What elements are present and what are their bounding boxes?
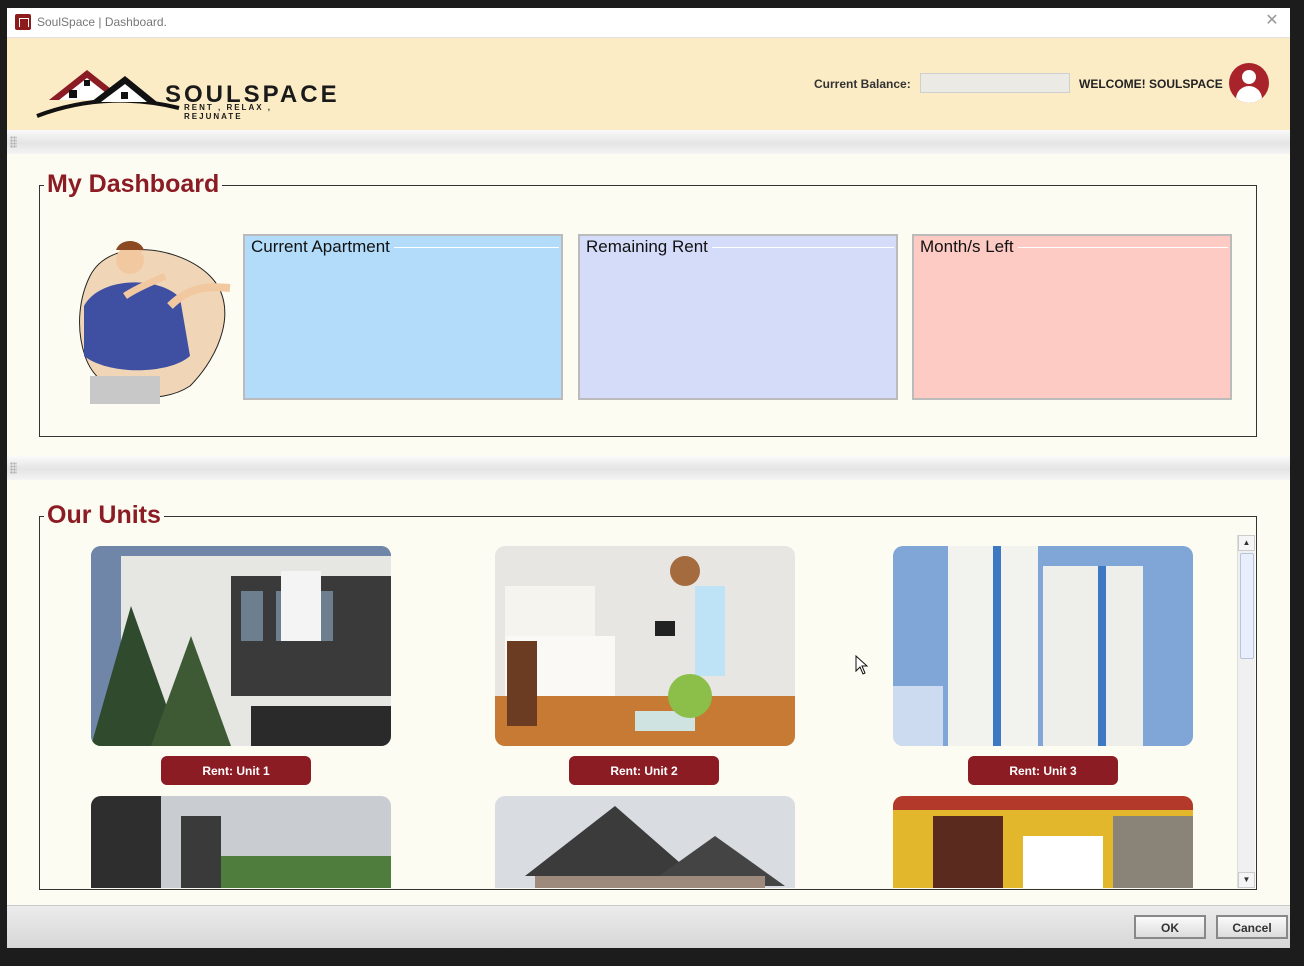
remaining-rent-card: Remaining Rent	[578, 234, 898, 400]
our-units-panel: Our Units Rent: Unit 1 Rent: Unit 2 Rent…	[39, 501, 1257, 890]
scroll-thumb[interactable]	[1240, 553, 1254, 659]
remaining-rent-label: Remaining Rent	[586, 237, 712, 257]
dialog-footer	[7, 905, 1290, 948]
app-icon	[15, 14, 31, 30]
rent-unit-3-button[interactable]: Rent: Unit 3	[968, 756, 1118, 785]
my-dashboard-title: My Dashboard	[44, 170, 223, 199]
my-dashboard-panel: My Dashboard Current Apartment Remaining…	[39, 170, 1257, 437]
drag-grip-icon[interactable]	[10, 462, 17, 474]
cancel-button[interactable]: Cancel	[1216, 915, 1288, 939]
scroll-down-icon[interactable]: ▼	[1238, 872, 1255, 888]
toolbar-separator	[7, 130, 1290, 154]
brand-tagline: RENT , RELAX , REJUNATE	[184, 103, 273, 121]
months-left-card: Month/s Left	[912, 234, 1232, 400]
soulspace-logo: SOULSPACE RENT , RELAX , REJUNATE	[29, 56, 337, 121]
scroll-up-icon[interactable]: ▲	[1238, 535, 1255, 551]
user-avatar-icon[interactable]	[1229, 63, 1269, 103]
title-bar: SoulSpace | Dashboard. ✕	[7, 8, 1290, 38]
unit-5-photo[interactable]	[495, 796, 795, 888]
months-left-label: Month/s Left	[920, 237, 1018, 257]
rent-unit-1-button[interactable]: Rent: Unit 1	[161, 756, 311, 785]
section-separator	[7, 456, 1290, 480]
current-balance-field[interactable]	[920, 73, 1070, 93]
unit-3-photo[interactable]	[893, 546, 1193, 746]
rent-unit-2-button[interactable]: Rent: Unit 2	[569, 756, 719, 785]
window-title: SoulSpace | Dashboard.	[37, 15, 167, 29]
dashboard-window: SoulSpace | Dashboard. ✕ SOULSPACE RENT …	[7, 8, 1290, 948]
welcome-text: WELCOME! SOULSPACE	[1079, 77, 1223, 91]
current-balance-label: Current Balance:	[814, 77, 911, 91]
units-scrollbar[interactable]: ▲ ▼	[1237, 535, 1255, 888]
unit-1-photo[interactable]	[91, 546, 391, 746]
drag-grip-icon[interactable]	[10, 136, 17, 148]
ok-button[interactable]: OK	[1134, 915, 1206, 939]
current-apartment-card: Current Apartment	[243, 234, 563, 400]
unit-6-photo[interactable]	[893, 796, 1193, 888]
units-scroll-area[interactable]: Rent: Unit 1 Rent: Unit 2 Rent: Unit 3	[41, 518, 1236, 888]
mouse-cursor-icon	[855, 655, 869, 675]
person-illustration	[79, 241, 231, 404]
close-icon[interactable]: ✕	[1262, 11, 1282, 31]
header-bar: SOULSPACE RENT , RELAX , REJUNATE Curren…	[7, 38, 1290, 130]
unit-4-photo[interactable]	[91, 796, 391, 888]
current-apartment-label: Current Apartment	[251, 237, 394, 257]
unit-2-photo[interactable]	[495, 546, 795, 746]
